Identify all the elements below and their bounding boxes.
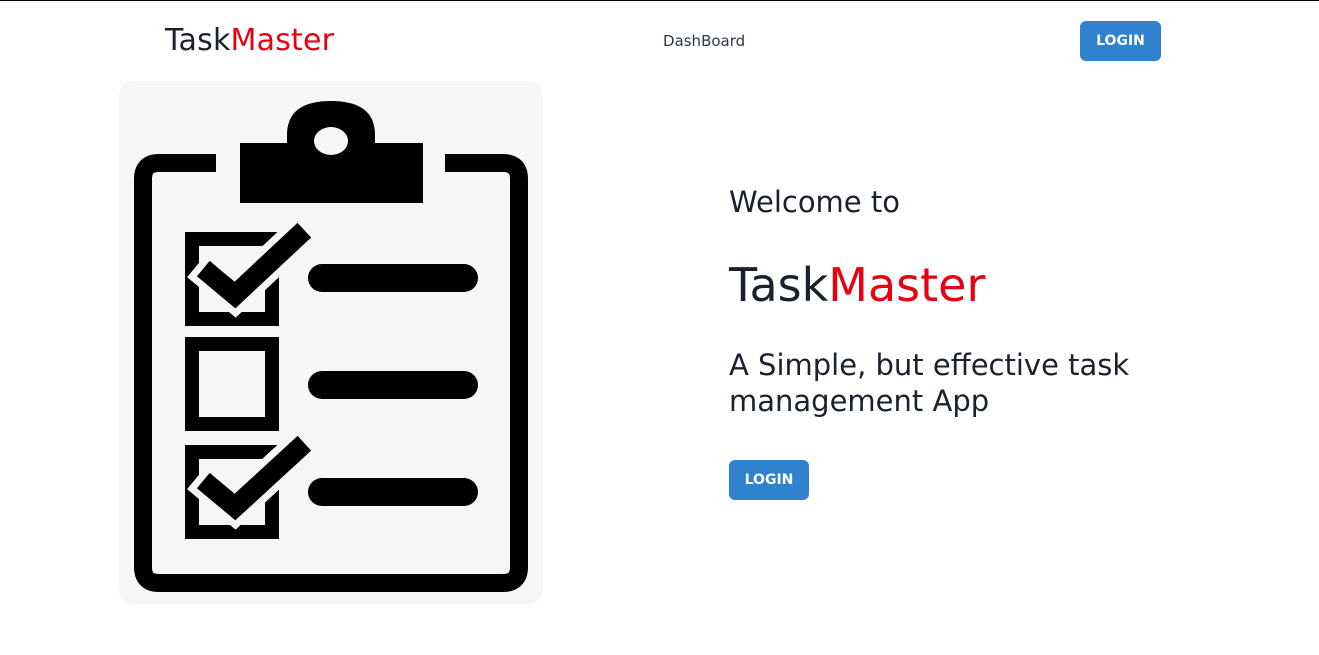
- brand-part-master: Master: [230, 23, 335, 58]
- clipboard-clip-hole: [314, 127, 348, 155]
- clipboard-illustration: [119, 81, 543, 604]
- welcome-text: Welcome to: [729, 185, 900, 219]
- hero-title-task: Task: [729, 258, 829, 312]
- task-line-2: [308, 371, 478, 399]
- hero-title: TaskMaster: [729, 256, 985, 314]
- checklist-item-3: [185, 425, 478, 539]
- hero-login-button[interactable]: LOGIN: [729, 460, 809, 500]
- nav-link-dashboard[interactable]: DashBoard: [663, 30, 745, 52]
- hero-title-master: Master: [828, 258, 986, 312]
- clipboard-checklist-icon: [134, 101, 528, 592]
- brand-logo[interactable]: TaskMaster: [165, 22, 334, 60]
- checkbox-2: [185, 337, 279, 431]
- hero-tagline: A Simple, but effective task management …: [729, 348, 1130, 418]
- header-login-button[interactable]: LOGIN: [1080, 21, 1161, 61]
- top-border: [0, 0, 1319, 1]
- task-line-3: [308, 478, 478, 506]
- task-line-1: [308, 264, 478, 292]
- checklist-item-2: [185, 337, 478, 431]
- brand-part-task: Task: [165, 23, 231, 58]
- checklist-item-1: [185, 212, 478, 326]
